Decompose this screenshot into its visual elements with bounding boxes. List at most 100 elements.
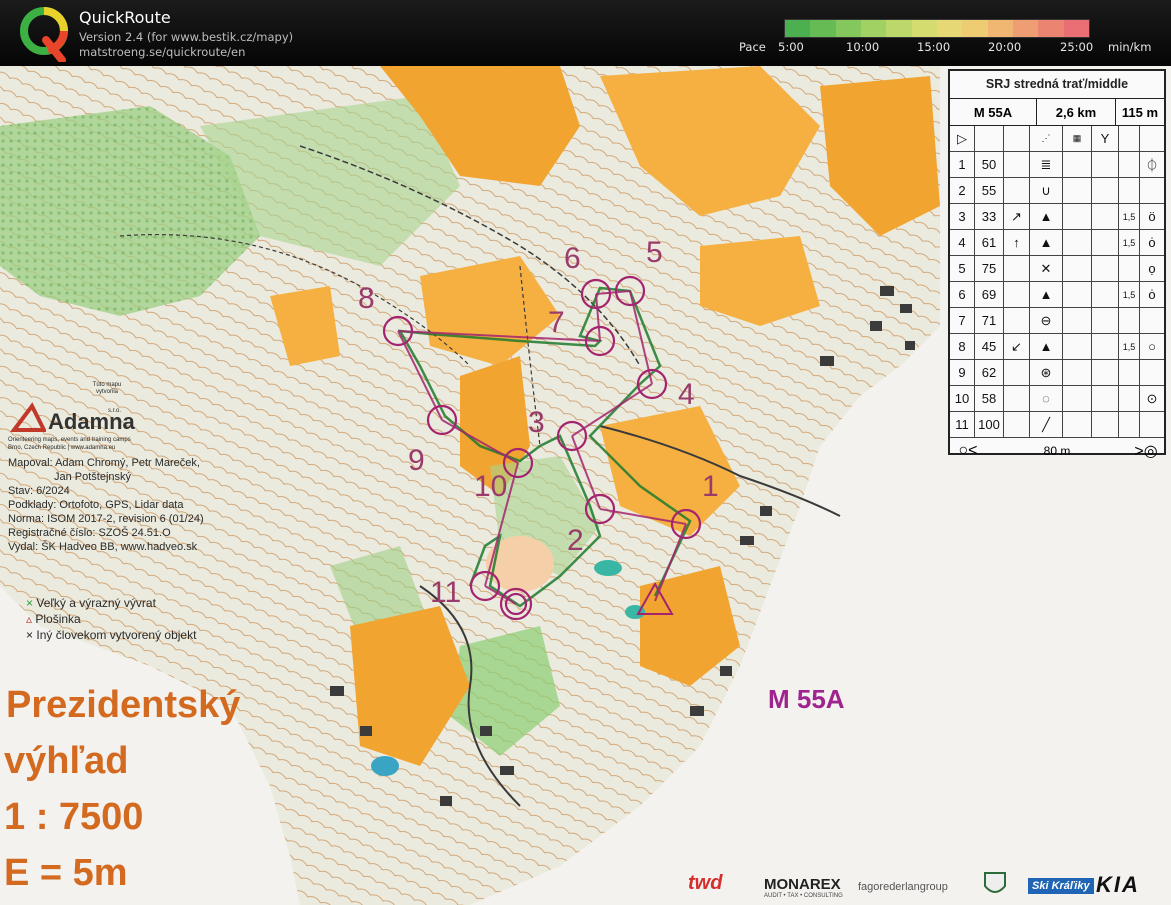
credit-line: Podklady: Ortofoto, GPS, Lidar data: [8, 499, 184, 511]
control-number-cell: 10: [950, 386, 975, 411]
control-code-cell: 100: [975, 412, 1004, 437]
control-number-cell: 11: [950, 412, 975, 437]
direction-cell: ↑: [1004, 230, 1030, 255]
credit-line: Registračné číslo: SZOŠ 24.51.O: [8, 527, 171, 539]
publisher-address: Brno, Czech Republic | www.adamna.eu: [8, 445, 116, 451]
course-climb: 115 m: [1121, 104, 1159, 120]
map-equidistance: E = 5m: [4, 852, 128, 894]
control-row: 6 69 ▲ 1,5 ȯ: [950, 282, 1164, 308]
location-cell: ⊙: [1146, 390, 1158, 406]
fallen-tree-icon: ×: [26, 596, 34, 610]
legend-item: × Iný človekom vytvorený objekt: [26, 628, 196, 642]
control-number: 9: [408, 444, 425, 477]
control-number: 4: [678, 378, 695, 411]
control-code-cell: 62: [975, 360, 1004, 385]
man-made-object-icon: ×: [26, 628, 34, 642]
control-code-cell: 55: [975, 178, 1004, 203]
dimension-cell: 1,5: [1119, 230, 1140, 255]
credit-line: Norma: ISOM 2017-2, revision 6 (01/24): [8, 513, 204, 525]
dimension-prefix-cell: [1092, 334, 1119, 359]
control-row: 3 33 ↗ ▲ 1,5 ö: [950, 204, 1164, 230]
map-title-line2: výhľad: [4, 740, 129, 782]
app-header: QuickRoute Version 2.4 (for www.bestik.c…: [0, 0, 1171, 66]
publisher-tagline: Orienteering maps, events and training c…: [8, 437, 131, 443]
direction-cell: ↙: [1004, 334, 1030, 359]
control-number-cell: 2: [950, 178, 975, 203]
location-cell: ○: [1148, 339, 1156, 354]
direction-cell: [1004, 256, 1030, 281]
control-row: 7 71 ⊖: [950, 308, 1164, 334]
feature-cell: ╱: [1030, 412, 1063, 437]
course-length: 2,6 km: [1037, 99, 1116, 125]
dimension-cell: 1,5: [1119, 204, 1140, 229]
location-cell: [1140, 178, 1164, 203]
app-version: Version 2.4 (for www.bestik.cz/mapy): [79, 30, 294, 44]
feature-cell: ✕: [1030, 256, 1063, 281]
appearance-cell: [1063, 178, 1092, 203]
course-code-label: M 55A: [768, 684, 845, 714]
control-number: 11: [430, 576, 462, 609]
appearance-cell: [1063, 256, 1092, 281]
location-cell: ọ: [1148, 261, 1156, 276]
control-code-cell: 61: [975, 230, 1004, 255]
course-header: M 55A 2,6 km 115 m: [950, 99, 1164, 126]
dimension-cell: [1119, 386, 1140, 411]
legend-text: Veľký a výrazný vývrat: [36, 596, 156, 610]
control-code-cell: 58: [975, 386, 1004, 411]
adamna-logo-icon: [10, 402, 46, 432]
pace-color-segment: [962, 20, 988, 37]
dimension-prefix-cell: [1092, 204, 1119, 229]
pace-tick: 5:00: [778, 40, 804, 54]
appearance-cell: [1063, 204, 1092, 229]
dimension-cell: [1119, 412, 1140, 437]
control-number-cell: 9: [950, 360, 975, 385]
appearance-cell: [1063, 152, 1092, 177]
appearance-cell: [1063, 334, 1092, 359]
orienteering-map[interactable]: 1 2 3 4 5 6 7 8 9 10 11 Adamna s.r.o. Tú…: [0, 66, 1171, 905]
pace-color-segment: [835, 20, 861, 37]
junction-icon: Y: [1092, 126, 1119, 151]
feature-cell: ▲: [1030, 230, 1063, 255]
dimension-cell: 1,5: [1119, 334, 1140, 359]
dimension-cell: 1,5: [1119, 282, 1140, 307]
direction-cell: [1004, 360, 1030, 385]
pace-color-segment: [1063, 20, 1089, 37]
finish-distance: 80 m: [1043, 444, 1071, 458]
feature-cell: ≣: [1030, 152, 1063, 177]
legend-item: × Veľký a výrazný vývrat: [26, 596, 156, 610]
control-code-cell: 45: [975, 334, 1004, 359]
publisher-name: Adamna: [48, 409, 135, 434]
dimension-cell: [1119, 308, 1140, 333]
control-number: 10: [474, 470, 508, 503]
pace-color-segment: [911, 20, 937, 37]
control-number-cell: 3: [950, 204, 975, 229]
direction-cell: [1004, 152, 1030, 177]
pace-tick: 25:00: [1060, 40, 1094, 54]
appearance-cell: [1063, 386, 1092, 411]
control-code-cell: 71: [975, 308, 1004, 333]
dimension-cell: [1119, 360, 1140, 385]
location-cell: [1140, 308, 1164, 333]
control-number: 3: [528, 406, 545, 439]
crossing-icon: ⋰: [1030, 126, 1063, 151]
direction-cell: [1004, 178, 1030, 203]
pace-color-segment: [987, 20, 1013, 37]
finish-start-icon: ○<: [958, 442, 978, 459]
control-code-cell: 33: [975, 204, 1004, 229]
dimension-prefix-cell: [1092, 230, 1119, 255]
start-row: ▷ ⋰ ▦ Y: [950, 126, 1164, 152]
control-row: 4 61 ↑ ▲ 1,5 ȯ: [950, 230, 1164, 256]
sponsor-monarex-tagline: AUDIT • TAX • CONSULTING: [764, 893, 843, 899]
credit-line: Mapoval: Adam Chromý, Petr Mareček,: [8, 457, 200, 469]
pace-unit: min/km: [1108, 40, 1152, 54]
control-code-cell: 50: [975, 152, 1004, 177]
dimension-cell: [1119, 256, 1140, 281]
control-row: 5 75 ✕ ọ: [950, 256, 1164, 282]
control-number-cell: 7: [950, 308, 975, 333]
pace-label: Pace: [739, 40, 766, 54]
pace-color-segment: [936, 20, 963, 37]
finish-circle-icon: >◎: [1134, 443, 1158, 460]
map-title-line1: Prezidentský: [6, 684, 241, 726]
control-number: 2: [567, 524, 584, 557]
control-row: 9 62 ⊛: [950, 360, 1164, 386]
